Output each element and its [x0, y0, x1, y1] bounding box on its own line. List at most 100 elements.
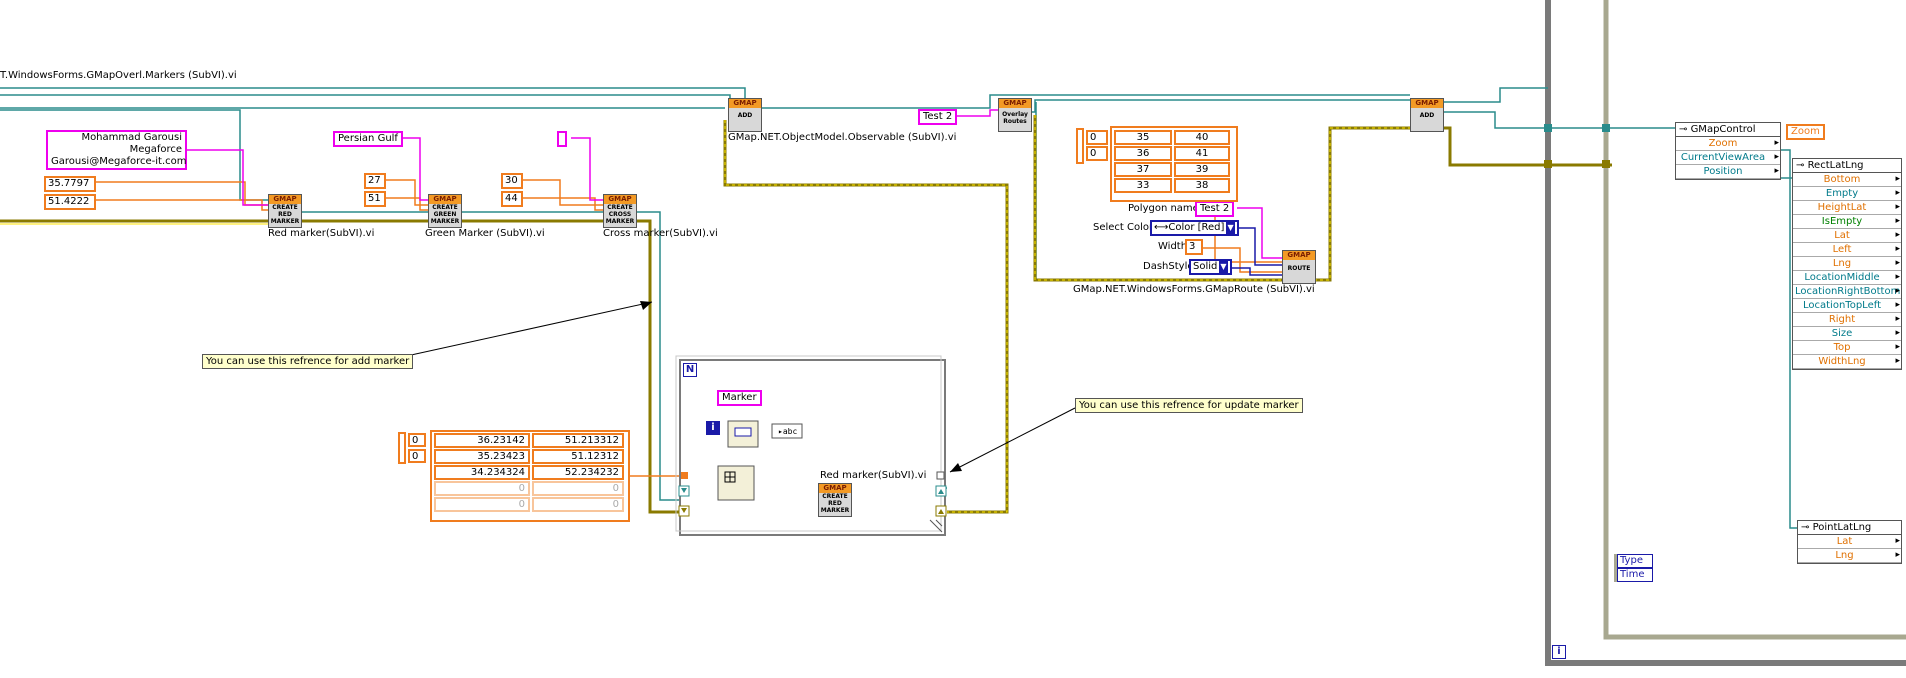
point-row-lng[interactable]: Lng [1798, 549, 1901, 563]
select-color-ring[interactable]: ⟷Color [Red] ▼ [1150, 220, 1239, 236]
create-green-marker-subvi[interactable]: GMAP CREATE GREEN MARKER [428, 194, 462, 228]
marker-cell-1-1[interactable]: 51.12312 [532, 449, 624, 464]
add-marker-comment[interactable]: You can use this refrence for add marker [202, 354, 414, 369]
rect-row-locationtopleft[interactable]: LocationTopLeft [1793, 299, 1901, 313]
marker-cell-0-0[interactable]: 36.23142 [434, 433, 530, 448]
cross-lat-constant[interactable]: 30 [501, 173, 523, 189]
marker-cell-3-1[interactable]: 0 [532, 481, 624, 496]
marker-label-constant[interactable]: Marker [717, 390, 762, 406]
rect-row-lat[interactable]: Lat [1793, 229, 1901, 243]
gmap-control-row-currentviewarea[interactable]: CurrentViewArea [1676, 151, 1780, 165]
point-row-lat[interactable]: Lat [1798, 535, 1901, 549]
rect-row-locationrightbottom[interactable]: LocationRightBottom [1793, 285, 1901, 299]
route-name-constant[interactable]: Test 2 [918, 109, 958, 125]
green-subvi-line-3: MARKER [430, 218, 460, 225]
rect-row-widthlng[interactable]: WidthLng [1793, 355, 1901, 369]
address-line-3: Garousi@Megaforce-it.com [51, 156, 187, 167]
marker-cell-1-0[interactable]: 35.23423 [434, 449, 530, 464]
cross-subvi-line-3: MARKER [605, 218, 635, 225]
create-red-marker-subvi[interactable]: GMAP CREATE RED MARKER [268, 194, 302, 228]
route-cell-3-0[interactable]: 33 [1114, 178, 1172, 193]
event-data-type[interactable]: Type [1617, 554, 1653, 568]
marker-cell-2-0[interactable]: 34.234324 [434, 465, 530, 480]
route-array-constant[interactable]: 0 0 35 40 36 41 37 39 33 38 [1076, 126, 1238, 202]
dashstyle-label: DashStyle [1143, 261, 1194, 272]
point-latlng-title: ⊸ PointLatLng [1798, 521, 1901, 535]
green-subvi-line-1: CREATE [432, 204, 458, 211]
event-data-time[interactable]: Time [1617, 568, 1653, 582]
red-lng-constant[interactable]: 51.4222 [44, 194, 96, 210]
marker-cell-0-1[interactable]: 51.213312 [532, 433, 624, 448]
route-cell-1-1[interactable]: 41 [1174, 146, 1230, 161]
unbundle-point-icon: ⊸ [1801, 522, 1813, 533]
inner-create-red-marker-subvi[interactable]: GMAP CREATE RED MARKER [818, 483, 852, 517]
route-cell-3-1[interactable]: 38 [1174, 178, 1230, 193]
while-loop-iteration-icon: i [1552, 645, 1566, 659]
route-cell-1-0[interactable]: 36 [1114, 146, 1172, 161]
route-cell-0-1[interactable]: 40 [1174, 130, 1230, 145]
rect-row-locationmiddle[interactable]: LocationMiddle [1793, 271, 1901, 285]
point-latlng-unbundle[interactable]: ⊸ PointLatLng Lat Lng [1797, 520, 1902, 564]
update-marker-comment[interactable]: You can use this refrence for update mar… [1075, 398, 1303, 413]
gmap-control-row-position[interactable]: Position [1676, 165, 1780, 179]
route-cell-2-1[interactable]: 39 [1174, 162, 1230, 177]
select-color-label: Select Color [1093, 222, 1154, 233]
marker-cell-4-0[interactable]: 0 [434, 497, 530, 512]
rect-row-bottom[interactable]: Bottom [1793, 173, 1901, 187]
marker-cell-3-0[interactable]: 0 [434, 481, 530, 496]
add-marker-subvi[interactable]: GMAP ADD [728, 98, 762, 132]
rect-row-heightlat[interactable]: HeightLat [1793, 201, 1901, 215]
event-data-node[interactable]: Type Time [1614, 554, 1653, 582]
marker-index-0[interactable]: 0 [408, 433, 426, 447]
create-cross-marker-subvi[interactable]: GMAP CREATE CROSS MARKER [603, 194, 637, 228]
route-cell-2-0[interactable]: 37 [1114, 162, 1172, 177]
cross-lng-constant[interactable]: 44 [501, 191, 523, 207]
observable-vi-label: GMap.NET.ObjectModel.Observable (SubVI).… [728, 132, 957, 143]
rect-row-empty[interactable]: Empty [1793, 187, 1901, 201]
marker-cell-2-1[interactable]: 52.234232 [532, 465, 624, 480]
point-latlng-title-text: PointLatLng [1812, 522, 1872, 533]
dashstyle-ring[interactable]: Solid ▼ [1189, 259, 1232, 275]
rect-row-left[interactable]: Left [1793, 243, 1901, 257]
overlay-subvi-line-1: Overlay [1002, 111, 1028, 118]
rect-row-isempty[interactable]: IsEmpty [1793, 215, 1901, 229]
green-lat-constant[interactable]: 27 [364, 173, 386, 189]
marker-index-1[interactable]: 0 [408, 449, 426, 463]
polygon-name-constant[interactable]: Test 2 [1195, 201, 1235, 217]
rect-latlng-unbundle[interactable]: ⊸ RectLatLng Bottom Empty HeightLat IsEm… [1792, 158, 1902, 370]
green-lng-constant[interactable]: 51 [364, 191, 386, 207]
create-route-subvi[interactable]: GMAP ROUTE [1282, 250, 1316, 284]
dashstyle-dropdown-arrow-icon[interactable]: ▼ [1219, 261, 1228, 273]
marker-array-constant[interactable]: 0 0 36.23142 51.213312 35.23423 51.12312… [398, 430, 630, 522]
width-constant[interactable]: 3 [1185, 239, 1203, 255]
route-vi-label: GMap.NET.WindowsForms.GMapRoute (SubVI).… [1073, 284, 1315, 295]
cross-label-constant[interactable] [557, 131, 567, 147]
cross-subvi-line-1: CREATE [607, 204, 633, 211]
marker-array-index-strip [398, 432, 406, 464]
rect-row-right[interactable]: Right [1793, 313, 1901, 327]
rect-row-size[interactable]: Size [1793, 327, 1901, 341]
add1-subvi-top: GMAP [729, 99, 761, 108]
red-lat-constant[interactable]: 35.7797 [44, 176, 96, 192]
color-ring-value: Color [Red] [1168, 222, 1225, 233]
property-node-icon: ⊸ [1679, 124, 1691, 135]
rect-latlng-title: ⊸ RectLatLng [1793, 159, 1901, 173]
route-index-1[interactable]: 0 [1086, 146, 1108, 161]
route-index-0[interactable]: 0 [1086, 130, 1108, 145]
green-label-constant[interactable]: Persian Gulf [333, 131, 403, 147]
gmap-control-row-zoom[interactable]: Zoom [1676, 137, 1780, 151]
address-string-constant[interactable]: Mohammad Garousi Megaforce Garousi@Megaf… [46, 130, 187, 170]
overlay-subvi-line-2: Routes [1003, 118, 1027, 125]
route-cell-0-0[interactable]: 35 [1114, 130, 1172, 145]
gmap-control-property-node[interactable]: ⊸ GMapControl Zoom CurrentViewArea Posit… [1675, 122, 1781, 180]
rect-row-lng[interactable]: Lng [1793, 257, 1901, 271]
zoom-label-constant[interactable]: Zoom [1786, 124, 1825, 140]
overlay-routes-subvi[interactable]: GMAP Overlay Routes [998, 98, 1032, 132]
rect-latlng-title-text: RectLatLng [1807, 160, 1864, 171]
marker-cell-4-1[interactable]: 0 [532, 497, 624, 512]
rect-row-top[interactable]: Top [1793, 341, 1901, 355]
add2-subvi-line-1: ADD [1419, 112, 1435, 119]
add-route-subvi[interactable]: GMAP ADD [1410, 98, 1444, 132]
color-dropdown-arrow-icon[interactable]: ▼ [1226, 222, 1235, 234]
inner-red-subvi-top: GMAP [819, 484, 851, 493]
